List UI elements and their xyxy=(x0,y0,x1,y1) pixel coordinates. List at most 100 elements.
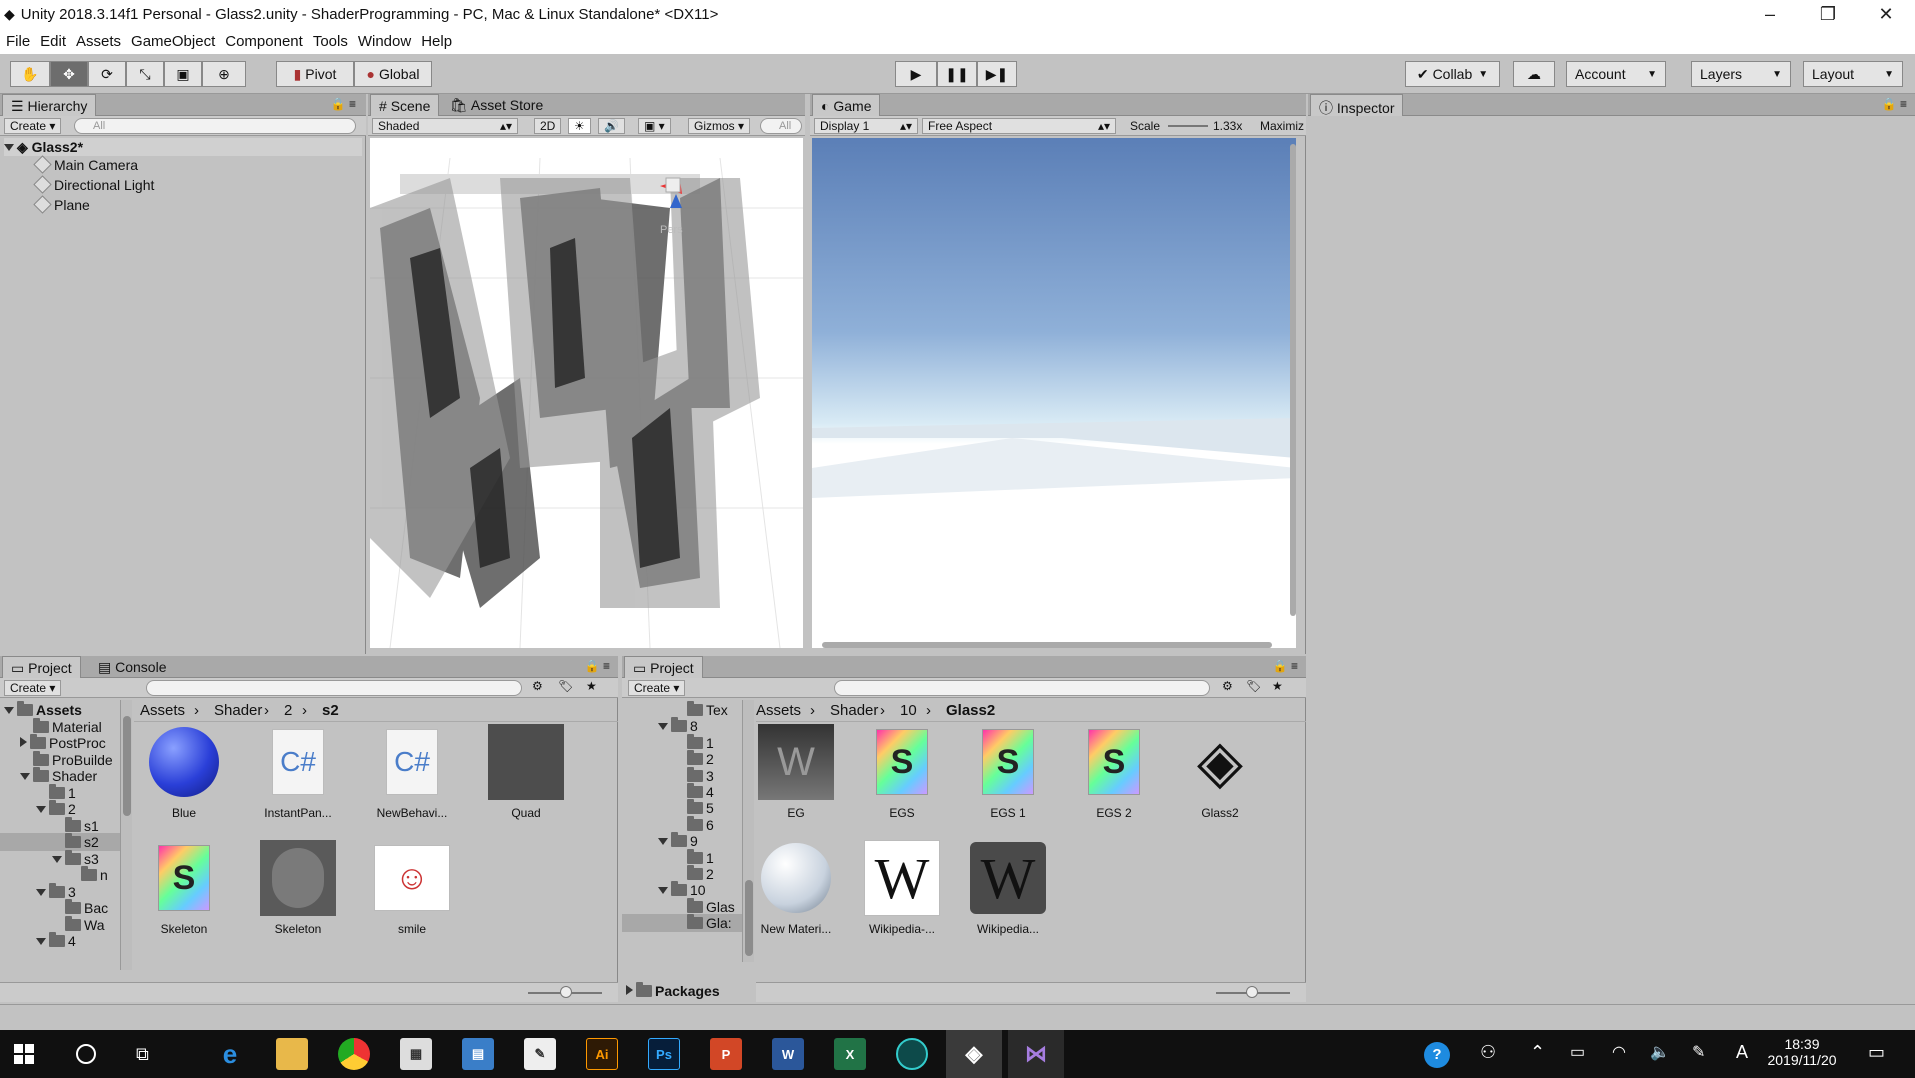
filter-type-icon[interactable]: ⚙ xyxy=(1222,679,1233,693)
pen-icon[interactable]: ✎ xyxy=(1692,1042,1705,1062)
help-icon[interactable]: ? xyxy=(1424,1042,1450,1068)
hierarchy-item[interactable]: Directional Light xyxy=(33,175,154,194)
breadcrumb-item[interactable]: Shader xyxy=(214,702,262,719)
breadcrumb-item[interactable]: Assets xyxy=(140,702,185,719)
hierarchy-item[interactable]: Plane xyxy=(33,195,90,214)
filter-label-icon[interactable]: 🏷 xyxy=(1246,679,1261,693)
expand-arrow-icon[interactable] xyxy=(658,887,668,895)
expand-arrow-icon[interactable] xyxy=(52,855,62,863)
filter-type-icon[interactable]: ⚙ xyxy=(532,679,543,693)
project-tree-item[interactable]: 8 xyxy=(622,717,742,735)
asset-tile[interactable]: ☺ smile xyxy=(362,840,462,936)
project-right-lock-icon[interactable]: 🔒 ≡ xyxy=(1273,659,1298,673)
breadcrumb-item[interactable]: 10 xyxy=(900,702,917,719)
expand-arrow-icon[interactable] xyxy=(4,144,14,151)
expand-arrow-icon[interactable] xyxy=(36,806,46,813)
project-right-search-input[interactable] xyxy=(834,680,1210,696)
game-h-scrollbar[interactable] xyxy=(822,642,1272,648)
cloud-button[interactable]: ☁ xyxy=(1513,61,1555,87)
expand-arrow-icon[interactable] xyxy=(658,723,668,731)
project-right-create-dropdown[interactable]: Create ▾ xyxy=(628,680,686,696)
scene-viewport[interactable]: Pers xyxy=(370,138,803,648)
excel-icon[interactable]: X xyxy=(834,1038,866,1070)
expand-arrow-icon[interactable] xyxy=(36,888,46,896)
rotate-tool-icon[interactable]: ⟳ xyxy=(88,61,126,87)
account-dropdown[interactable]: Account ▼ xyxy=(1566,61,1666,87)
menu-component[interactable]: Component xyxy=(225,33,303,50)
project-left-search-input[interactable] xyxy=(146,680,522,696)
visual-studio-taskbar[interactable]: ⋈ xyxy=(1008,1030,1064,1078)
collapse-arrow-icon[interactable] xyxy=(626,985,633,995)
asset-tile[interactable]: Quad xyxy=(476,724,576,820)
project-tree-item[interactable]: Assets xyxy=(0,701,120,719)
asset-tile[interactable]: Blue xyxy=(134,724,234,820)
project-tree-item[interactable]: s1 xyxy=(0,816,120,835)
favorite-star-icon[interactable]: ★ xyxy=(1272,679,1283,693)
asset-tile[interactable]: Skeleton xyxy=(248,840,348,936)
breadcrumb-item[interactable]: Shader xyxy=(830,702,878,719)
layers-dropdown[interactable]: Layers ▼ xyxy=(1691,61,1791,87)
chevron-up-icon[interactable]: ⌃ xyxy=(1530,1042,1545,1063)
scene-search-input[interactable]: All xyxy=(760,118,802,134)
game-v-scrollbar[interactable] xyxy=(1290,144,1296,616)
notification-icon[interactable]: ▭ xyxy=(1868,1042,1885,1063)
scale-slider[interactable] xyxy=(1168,125,1208,127)
display-dropdown[interactable]: Display 1 ▴▾ xyxy=(814,118,918,134)
project-tree-item[interactable]: Bac xyxy=(0,899,120,917)
pause-button[interactable]: ❚❚ xyxy=(937,61,977,87)
hierarchy-create-dropdown[interactable]: Create ▾ xyxy=(4,118,62,134)
project-tree-item[interactable]: Glas xyxy=(622,897,742,916)
asset-tile[interactable]: S EGS 2 xyxy=(1064,724,1164,820)
packages-folder[interactable]: Packages xyxy=(626,982,720,1000)
project-tree-item[interactable]: s3 xyxy=(0,849,120,868)
project-tree-item[interactable]: Material xyxy=(0,717,120,736)
project-tree-item[interactable]: 4 xyxy=(622,783,742,801)
inspector-lock-icon[interactable]: 🔒 ≡ xyxy=(1882,97,1907,111)
step-button[interactable]: ▶❚ xyxy=(977,61,1017,87)
project-tree-item[interactable]: 1 xyxy=(622,848,742,867)
expand-arrow-icon[interactable] xyxy=(36,938,46,945)
asset-tile[interactable]: C# NewBehavi... xyxy=(362,724,462,820)
play-button[interactable]: ▶ xyxy=(895,61,937,87)
close-button[interactable]: ✕ xyxy=(1857,4,1915,25)
breadcrumb-item[interactable]: Assets xyxy=(756,702,801,719)
menu-gameobject[interactable]: GameObject xyxy=(131,33,215,50)
hierarchy-item[interactable]: Main Camera xyxy=(33,155,138,174)
store-icon[interactable]: ▦ xyxy=(400,1038,432,1070)
edge-icon[interactable]: e xyxy=(214,1038,246,1070)
illustrator-icon[interactable]: Ai xyxy=(586,1038,618,1070)
photoshop-icon[interactable]: Ps xyxy=(648,1038,680,1070)
effects-icon[interactable]: ▣ ▾ xyxy=(638,118,671,134)
wifi-icon[interactable]: ◠ xyxy=(1612,1042,1626,1062)
move-tool-icon[interactable]: ✥ xyxy=(50,61,88,87)
project-tree-item[interactable]: 1 xyxy=(622,733,742,752)
layout-dropdown[interactable]: Layout ▼ xyxy=(1803,61,1903,87)
filter-label-icon[interactable]: 🏷 xyxy=(558,679,573,693)
shading-dropdown[interactable]: Shaded ▴▾ xyxy=(372,118,518,134)
menu-assets[interactable]: Assets xyxy=(76,33,121,50)
lighting-icon[interactable]: ☀ xyxy=(568,118,591,134)
collapse-arrow-icon[interactable] xyxy=(20,737,27,747)
expand-arrow-icon[interactable] xyxy=(20,773,30,780)
tab-game[interactable]: ◐ Game xyxy=(812,94,881,116)
project-tree-item[interactable]: Wa xyxy=(0,915,120,934)
project-tree-item[interactable]: 3 xyxy=(0,882,120,901)
minimize-button[interactable]: – xyxy=(1741,4,1799,25)
maximize-button[interactable]: ❐ xyxy=(1799,4,1857,25)
global-toggle[interactable]: ● Global xyxy=(354,61,432,87)
hand-tool-icon[interactable]: ✋ xyxy=(10,61,50,87)
word-icon[interactable]: W xyxy=(772,1038,804,1070)
audio-icon[interactable]: 🔊 xyxy=(598,118,625,134)
project-tree-item[interactable]: 3 xyxy=(622,766,742,785)
tab-project-left[interactable]: ▭ Project xyxy=(2,656,81,678)
powerpoint-icon[interactable]: P xyxy=(710,1038,742,1070)
pivot-toggle[interactable]: ▮ Pivot xyxy=(276,61,354,87)
explorer-icon[interactable] xyxy=(276,1038,308,1070)
asset-tile[interactable]: S EGS xyxy=(852,724,952,820)
transform-tool-icon[interactable]: ⊕ xyxy=(202,61,246,87)
asset-tile[interactable]: S EGS 1 xyxy=(958,724,1058,820)
asset-tile[interactable]: C# InstantPan... xyxy=(248,724,348,820)
scene-root[interactable]: ◈ Glass2* xyxy=(4,138,362,156)
asset-tile[interactable]: New Materi... xyxy=(746,840,846,936)
gitkraken-icon[interactable] xyxy=(896,1038,928,1070)
